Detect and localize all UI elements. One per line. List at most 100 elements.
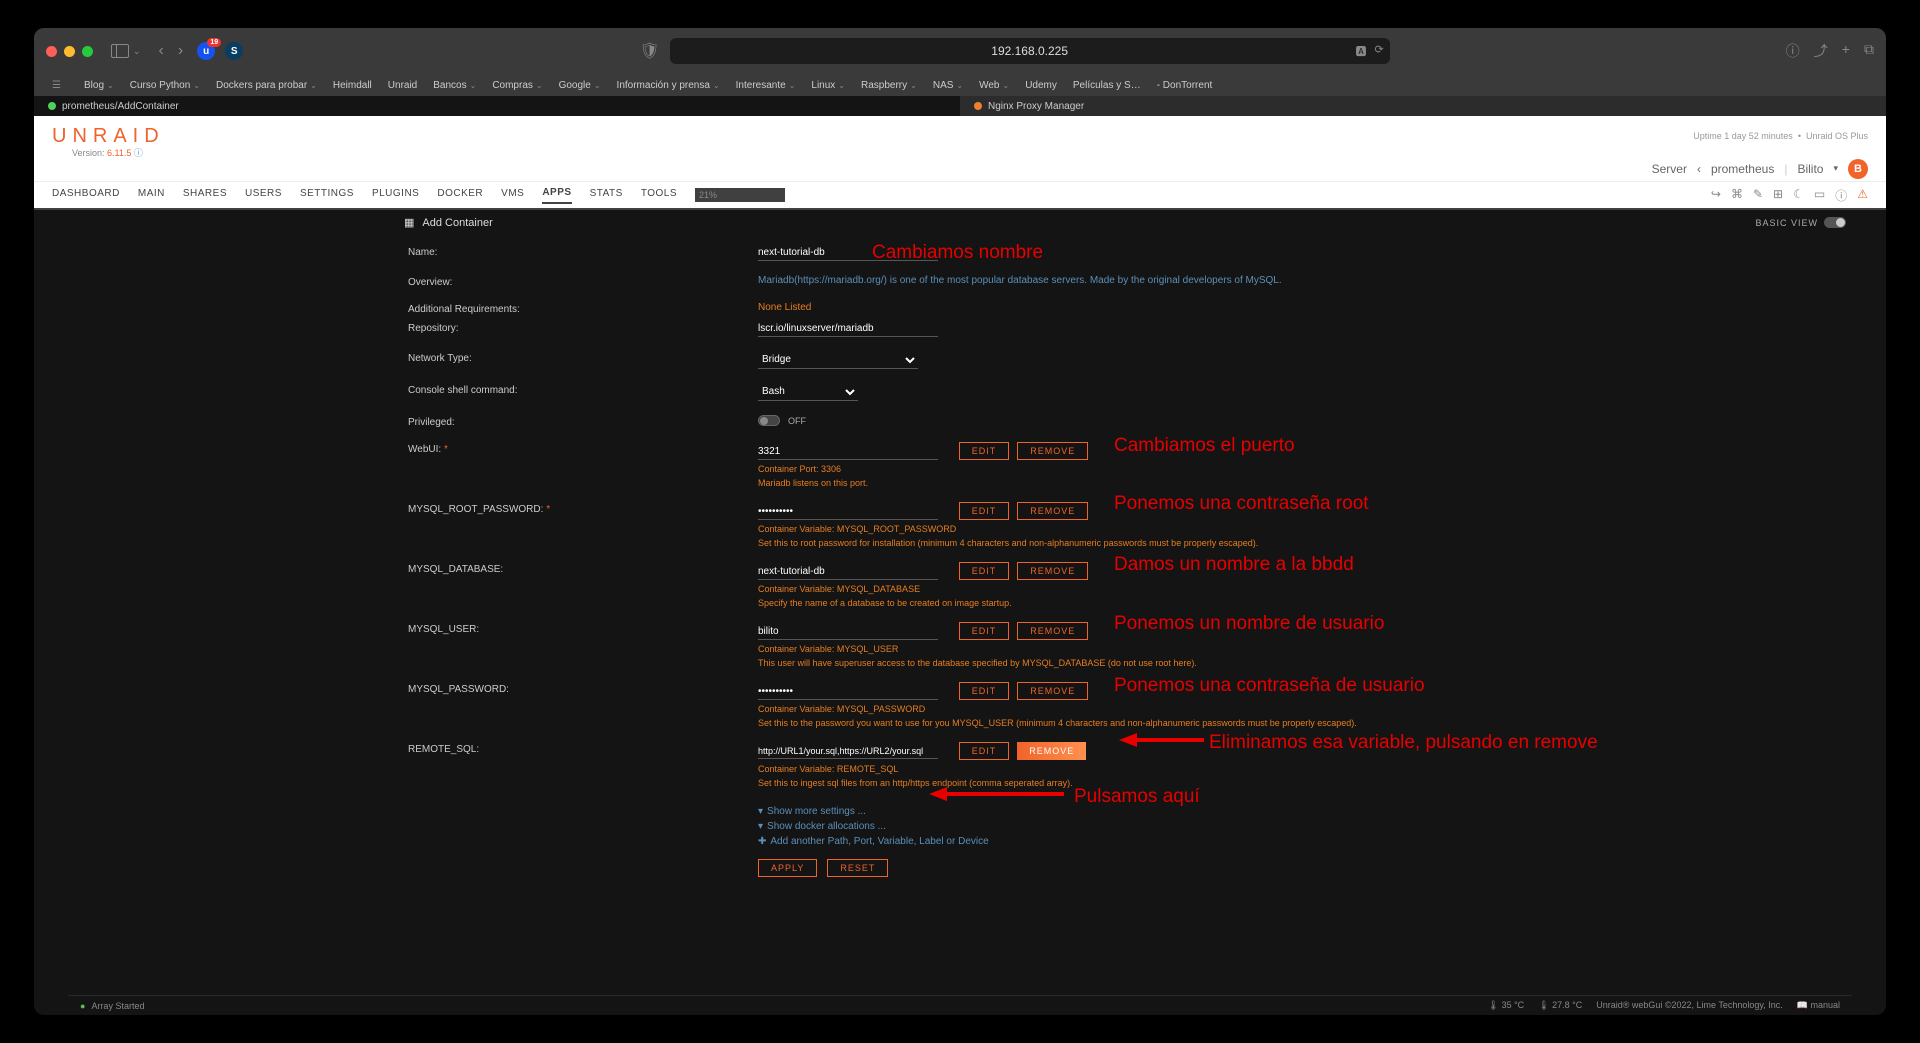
add-another[interactable]: ✚ Add another Path, Port, Variable, Labe…: [758, 836, 1618, 847]
remove-button[interactable]: REMOVE: [1017, 562, 1088, 580]
remove-button[interactable]: REMOVE: [1017, 502, 1088, 520]
nav-stats[interactable]: STATS: [590, 188, 623, 203]
form-area: Name: Overview: Mariadb(https://mariadb.…: [34, 235, 1886, 901]
minimize-button[interactable]: [64, 46, 75, 57]
edit-button[interactable]: EDIT: [959, 562, 1010, 580]
input-db[interactable]: [758, 564, 938, 580]
bookmark-item[interactable]: Heimdall: [333, 80, 372, 91]
bookmark-item[interactable]: Blog⌄: [84, 80, 114, 91]
input-rootpw[interactable]: [758, 504, 938, 520]
bookmark-item[interactable]: Dockers para probar⌄: [216, 80, 317, 91]
share-icon[interactable]: ⓘ: [1786, 41, 1800, 61]
bookmark-item[interactable]: Películas y S…: [1073, 80, 1141, 91]
tab-nginx[interactable]: Nginx Proxy Manager: [960, 96, 1886, 116]
bookmark-item[interactable]: Interesante⌄: [736, 80, 796, 91]
nav-plugins[interactable]: PLUGINS: [372, 188, 419, 203]
close-button[interactable]: [46, 46, 57, 57]
extension-ublock-icon[interactable]: u: [197, 42, 215, 60]
tabs-overview-icon[interactable]: ⧉: [1864, 41, 1874, 61]
input-remote[interactable]: [758, 744, 938, 759]
edit-button[interactable]: EDIT: [959, 622, 1010, 640]
manual-link[interactable]: 📖 manual: [1797, 1000, 1840, 1011]
bookmark-item[interactable]: NAS⌄: [933, 80, 963, 91]
maximize-button[interactable]: [82, 46, 93, 57]
apply-button[interactable]: APPLY: [758, 859, 817, 877]
bookmark-item[interactable]: Udemy: [1025, 80, 1057, 91]
tab-prometheus[interactable]: prometheus/AddContainer: [34, 96, 960, 116]
icon-warning[interactable]: ⚠: [1857, 187, 1868, 204]
bookmark-item[interactable]: Web⌄: [979, 80, 1009, 91]
reset-button[interactable]: RESET: [827, 859, 888, 877]
chevron-down-icon[interactable]: ▾: [1833, 163, 1838, 174]
new-tab-icon[interactable]: +: [1842, 41, 1850, 61]
nav-apps[interactable]: APPS: [542, 187, 571, 204]
bookmark-item[interactable]: - DonTorrent: [1157, 80, 1213, 91]
bookmark-item[interactable]: Unraid: [388, 80, 417, 91]
remove-button[interactable]: REMOVE: [1017, 442, 1088, 460]
label-name: Name:: [408, 245, 758, 258]
icon-system[interactable]: ⊞: [1773, 187, 1783, 204]
reload-icon[interactable]: ⟳: [1374, 43, 1383, 59]
nav-tools[interactable]: TOOLS: [641, 188, 677, 203]
version-link[interactable]: 6.11.5: [107, 148, 131, 158]
sidebar-toggle-icon[interactable]: [111, 44, 129, 58]
user-name[interactable]: Bilito: [1797, 162, 1823, 176]
input-webui[interactable]: [758, 444, 938, 460]
hamburger-icon[interactable]: ☰: [52, 80, 61, 91]
nav-docker[interactable]: DOCKER: [437, 188, 483, 203]
input-repo[interactable]: [758, 321, 938, 337]
edit-button[interactable]: EDIT: [959, 442, 1010, 460]
icon-logout[interactable]: ↪: [1711, 187, 1721, 204]
bookmark-item[interactable]: Raspberry⌄: [861, 80, 917, 91]
remove-button[interactable]: REMOVE: [1017, 682, 1088, 700]
tab-label: Nginx Proxy Manager: [988, 101, 1084, 112]
icon-feedback[interactable]: ✎: [1753, 187, 1763, 204]
nav-vms[interactable]: VMS: [501, 188, 524, 203]
show-more-settings[interactable]: ▾ Show more settings ...: [758, 806, 1618, 817]
privacy-shield-icon[interactable]: 🛡: [639, 41, 659, 61]
view-toggle[interactable]: [1824, 217, 1846, 228]
input-user[interactable]: [758, 624, 938, 640]
show-docker-allocations[interactable]: ▾ Show docker allocations ...: [758, 821, 1618, 832]
icon-info[interactable]: ⓘ: [1835, 187, 1847, 204]
bookmark-item[interactable]: Información y prensa⌄: [617, 80, 720, 91]
uptime-text: Uptime 1 day 52 minutes • Unraid OS Plus: [1693, 131, 1868, 141]
label-userpw: MYSQL_PASSWORD:: [408, 682, 758, 695]
bookmark-item[interactable]: Bancos⌄: [433, 80, 476, 91]
input-name[interactable]: [758, 245, 938, 261]
bookmark-item[interactable]: Curso Python⌄: [130, 80, 200, 91]
label-user: MYSQL_USER:: [408, 622, 758, 635]
icon-sleep[interactable]: ☾: [1793, 187, 1804, 204]
bookmark-item[interactable]: Compras⌄: [492, 80, 542, 91]
icon-terminal[interactable]: ⌘: [1731, 187, 1743, 204]
bookmark-item[interactable]: Linux⌄: [811, 80, 845, 91]
chevron-down-icon[interactable]: ⌄: [133, 46, 141, 57]
nav-dashboard[interactable]: DASHBOARD: [52, 188, 120, 203]
back-button[interactable]: ‹: [159, 42, 164, 60]
upload-icon[interactable]: ⤴: [1814, 41, 1828, 61]
select-shell[interactable]: Bash: [758, 383, 858, 401]
remove-button[interactable]: REMOVE: [1017, 622, 1088, 640]
remove-button-highlight[interactable]: REMOVE: [1017, 742, 1086, 760]
nav-main[interactable]: MAIN: [138, 188, 165, 203]
icon-reboot[interactable]: ▭: [1814, 187, 1825, 204]
input-userpw[interactable]: [758, 684, 938, 700]
bookmark-item[interactable]: Google⌄: [559, 80, 601, 91]
version-label: Version: 6.11.5 ⓘ: [72, 146, 143, 159]
info-icon[interactable]: ⓘ: [134, 148, 143, 158]
url-bar[interactable]: 192.168.0.225 🅰 ⟳: [670, 38, 1390, 64]
nav-users[interactable]: USERS: [245, 188, 282, 203]
translate-icon[interactable]: 🅰: [1355, 43, 1366, 59]
edit-button[interactable]: EDIT: [959, 682, 1010, 700]
select-nettype[interactable]: Bridge: [758, 351, 918, 369]
edit-button[interactable]: EDIT: [959, 742, 1010, 760]
extension-stylus-icon[interactable]: S: [225, 42, 243, 60]
edit-button[interactable]: EDIT: [959, 502, 1010, 520]
label-rootpw: MYSQL_ROOT_PASSWORD: *: [408, 502, 758, 515]
nav-settings[interactable]: SETTINGS: [300, 188, 354, 203]
toggle-privileged[interactable]: [758, 415, 780, 426]
nav-shares[interactable]: SHARES: [183, 188, 227, 203]
overview-link[interactable]: https://mariadb.org/: [797, 275, 883, 286]
avatar[interactable]: B: [1848, 159, 1868, 179]
forward-button[interactable]: ›: [178, 42, 183, 60]
